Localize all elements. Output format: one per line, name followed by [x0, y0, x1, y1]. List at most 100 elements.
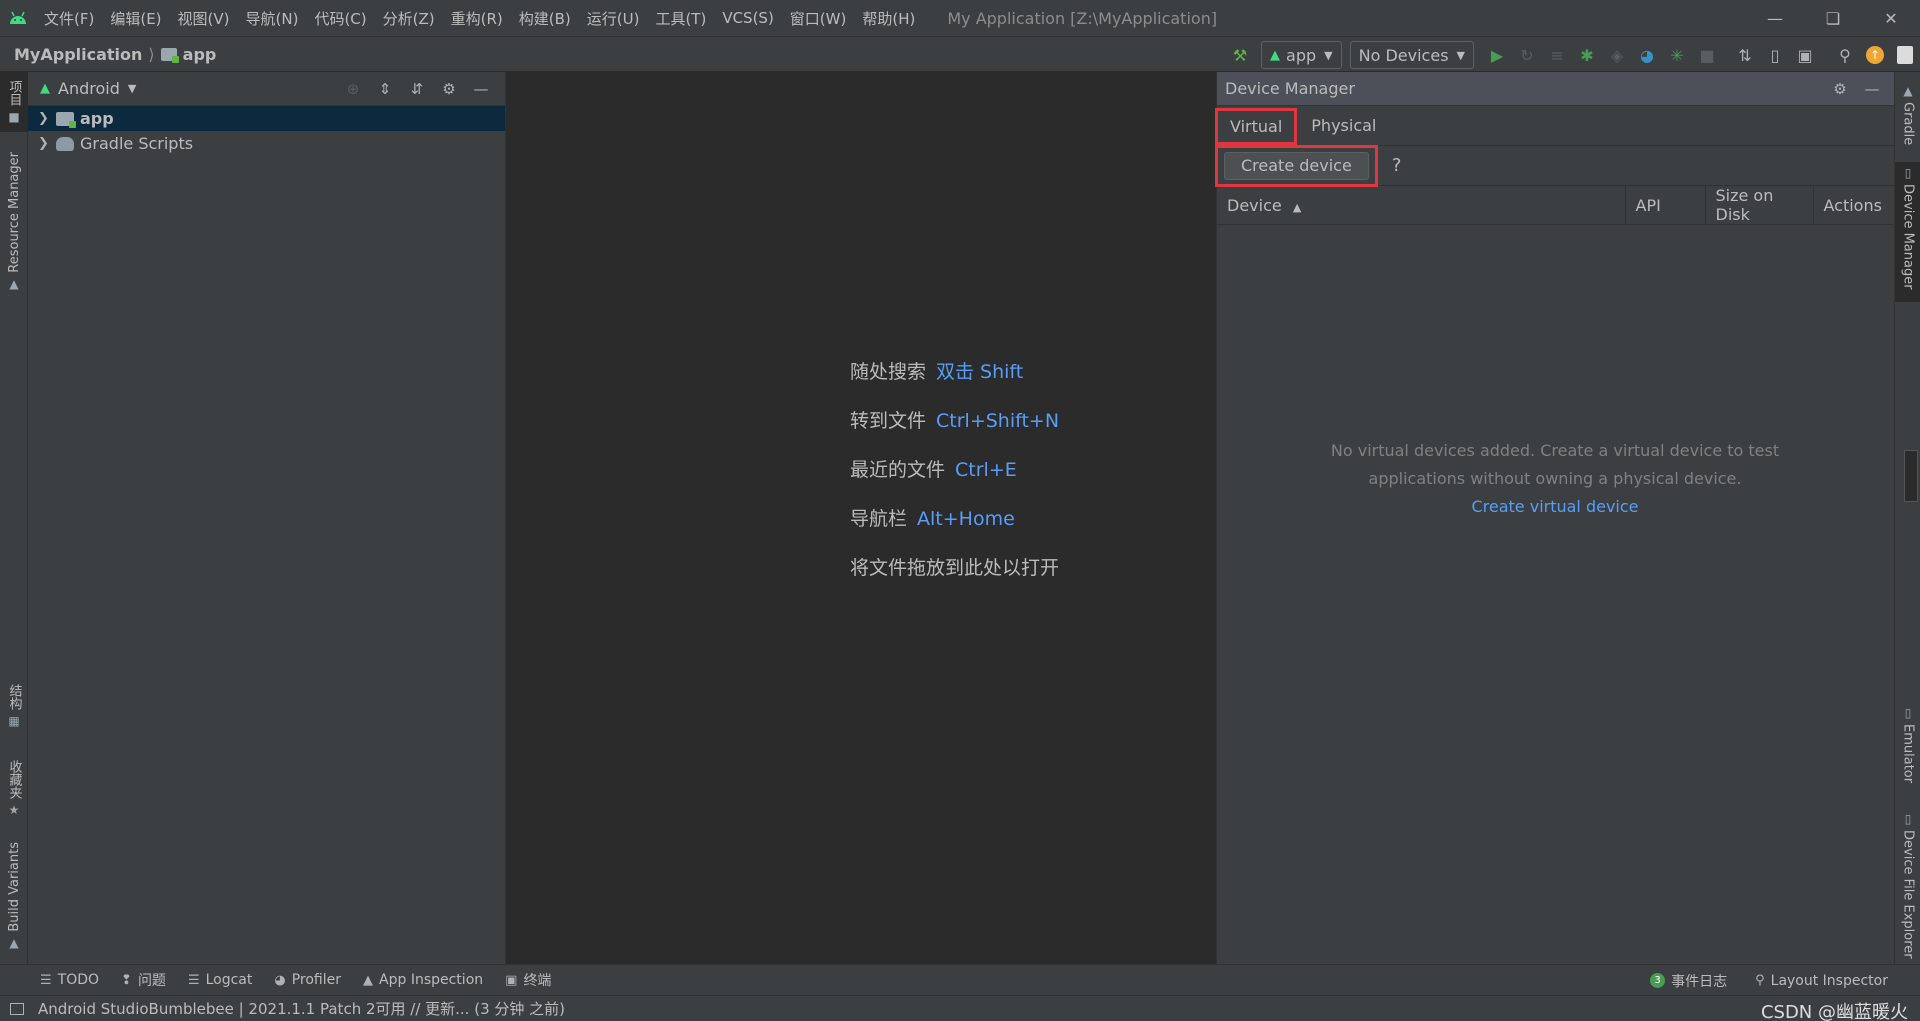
menu-edit[interactable]: 编辑(E) [102, 8, 169, 29]
restore-icon[interactable]: ❏ [1804, 0, 1862, 36]
attach-debugger-icon[interactable]: ✳ [1662, 40, 1692, 70]
chevron-down-icon: ▼ [1324, 48, 1333, 62]
gear-icon[interactable]: ⚙ [433, 80, 465, 98]
chevron-right-icon[interactable]: ❯ [38, 136, 56, 151]
search-icon[interactable]: ⚲ [1830, 40, 1860, 70]
device-file-explorer-tab[interactable]: ▯ Device File Explorer [1895, 808, 1920, 959]
tab-terminal[interactable]: ▣ 终端 [505, 970, 551, 990]
project-tool-tab[interactable]: 项目 ■ [0, 72, 28, 132]
menu-analyze[interactable]: 分析(Z) [375, 8, 443, 29]
memory-indicator[interactable] [1904, 450, 1918, 502]
device-select[interactable]: No Devices ▼ [1349, 41, 1474, 69]
run-icon[interactable]: ▶ [1482, 40, 1512, 70]
menu-window[interactable]: 窗口(W) [782, 8, 855, 29]
tab-layout-inspector[interactable]: ⚲ Layout Inspector [1755, 973, 1888, 989]
create-virtual-device-link[interactable]: Create virtual device [1217, 493, 1893, 521]
tab-event-log[interactable]: 3 事件日志 [1650, 971, 1727, 991]
resource-manager-tab[interactable]: Resource Manager ▲ [0, 152, 28, 295]
empty-state-line1: No virtual devices added. Create a virtu… [1330, 441, 1780, 460]
tab-physical[interactable]: Physical [1297, 106, 1390, 145]
gradle-icon [56, 136, 74, 151]
menu-refactor[interactable]: 重构(R) [443, 8, 511, 29]
breadcrumb-module[interactable]: app [183, 45, 217, 64]
project-panel-header: ▲ Android ▼ ⊕ ⇕ ⇵ ⚙ — [28, 72, 505, 106]
menu-vcs[interactable]: VCS(S) [714, 9, 781, 27]
tab-label: 事件日志 [1671, 973, 1728, 990]
hint-navigation-bar: 导航栏 Alt+Home [850, 504, 1059, 553]
tree-item-app[interactable]: ❯ app [28, 106, 505, 131]
account-icon[interactable] [1890, 40, 1920, 70]
hide-icon[interactable]: — [1856, 80, 1888, 98]
minimize-icon[interactable]: — [1746, 0, 1804, 36]
tab-virtual[interactable]: Virtual [1215, 108, 1298, 145]
tab-label: App Inspection [379, 972, 484, 988]
build-variants-tab[interactable]: Build Variants ▲ [0, 842, 28, 954]
sdk-manager-icon[interactable]: ▣ [1790, 40, 1820, 70]
column-device[interactable]: Device ▲ [1217, 186, 1626, 225]
tab-problems[interactable]: ❢ 问题 [121, 970, 166, 990]
help-icon[interactable]: ? [1392, 155, 1402, 176]
menu-navigate[interactable]: 导航(N) [238, 8, 307, 29]
locate-file-icon[interactable]: ⊕ [337, 80, 369, 98]
gear-icon[interactable]: ⚙ [1824, 80, 1856, 98]
structure-label: 结构 [6, 684, 22, 710]
apply-code-changes-icon[interactable]: ≡ [1542, 40, 1572, 70]
menu-view[interactable]: 视图(V) [170, 8, 238, 29]
avd-manager-icon[interactable]: ▯ [1760, 40, 1790, 70]
device-manager-label: Device Manager [1900, 184, 1916, 290]
coverage-icon[interactable]: ◈ [1602, 40, 1632, 70]
debug-icon[interactable]: ✱ [1572, 40, 1602, 70]
sync-gradle-icon[interactable]: ⇅ [1730, 40, 1760, 70]
profile-icon[interactable]: ◕ [1632, 40, 1662, 70]
menu-run[interactable]: 运行(U) [579, 8, 648, 29]
collapse-all-icon[interactable]: ⇵ [401, 80, 433, 98]
sort-ascending-icon: ▲ [1292, 200, 1302, 214]
menu-code[interactable]: 代码(C) [306, 8, 374, 29]
menu-file[interactable]: 文件(F) [36, 8, 102, 29]
column-actions[interactable]: Actions [1813, 186, 1893, 225]
menu-build[interactable]: 构建(B) [511, 8, 579, 29]
column-api[interactable]: API [1625, 186, 1706, 225]
structure-tab[interactable]: 结构 ▦ [0, 684, 28, 732]
tab-logcat[interactable]: ☰ Logcat [188, 972, 252, 988]
apply-changes-icon[interactable]: ↻ [1512, 40, 1542, 70]
hint-shortcut: 双击 Shift [936, 361, 1024, 383]
device-manager-actions: ⚙ — [1824, 72, 1888, 106]
column-size-on-disk[interactable]: Size on Disk [1705, 186, 1814, 225]
tab-profiler[interactable]: ◕ Profiler [274, 972, 341, 988]
chevron-right-icon[interactable]: ❯ [38, 111, 56, 126]
device-select-value: No Devices [1358, 45, 1449, 65]
gradle-tab[interactable]: ▲ Gradle [1895, 80, 1920, 145]
breadcrumb-project[interactable]: MyApplication [14, 45, 142, 64]
expand-all-icon[interactable]: ⇕ [369, 80, 401, 98]
toggle-tool-windows-icon[interactable] [10, 1002, 24, 1015]
favorites-label: 收藏夹 [6, 760, 22, 799]
tab-todo[interactable]: ☰ TODO [40, 972, 99, 988]
favorites-tab[interactable]: 收藏夹 ★ [0, 760, 28, 821]
app-inspection-icon: ▲ [363, 972, 374, 988]
gradle-label: Gradle [1900, 102, 1916, 146]
project-view-value: Android [58, 79, 120, 98]
chevron-down-icon: ▼ [1456, 48, 1465, 62]
build-hammer-icon[interactable]: ⚒ [1225, 40, 1255, 70]
device-table-header: Device ▲ API Size on Disk Actions [1217, 186, 1893, 225]
status-message[interactable]: Android StudioBumblebee | 2021.1.1 Patch… [38, 998, 565, 1019]
project-view-select[interactable]: ▲ Android ▼ [40, 79, 136, 98]
device-manager-icon: ▯ [1904, 166, 1912, 180]
structure-icon: ▦ [8, 714, 20, 728]
tree-item-gradle-scripts[interactable]: ❯ Gradle Scripts [28, 131, 505, 156]
tab-app-inspection[interactable]: ▲ App Inspection [363, 972, 483, 988]
hint-text: 将文件拖放到此处以打开 [850, 557, 1060, 579]
update-icon[interactable]: ↑ [1860, 40, 1890, 70]
create-device-button[interactable]: Create device [1224, 151, 1369, 180]
stop-icon[interactable]: ■ [1692, 40, 1722, 70]
run-configuration-select[interactable]: ▲ app ▼ [1261, 41, 1342, 69]
close-icon[interactable]: ✕ [1862, 0, 1920, 36]
menu-help[interactable]: 帮助(H) [854, 8, 923, 29]
hide-icon[interactable]: — [465, 80, 497, 98]
emulator-tab[interactable]: ▯ Emulator [1895, 702, 1920, 783]
device-manager-tab[interactable]: ▯ Device Manager [1895, 162, 1920, 302]
module-folder-icon [160, 47, 179, 63]
menu-tools[interactable]: 工具(T) [647, 8, 714, 29]
chevron-down-icon: ▼ [127, 82, 137, 95]
